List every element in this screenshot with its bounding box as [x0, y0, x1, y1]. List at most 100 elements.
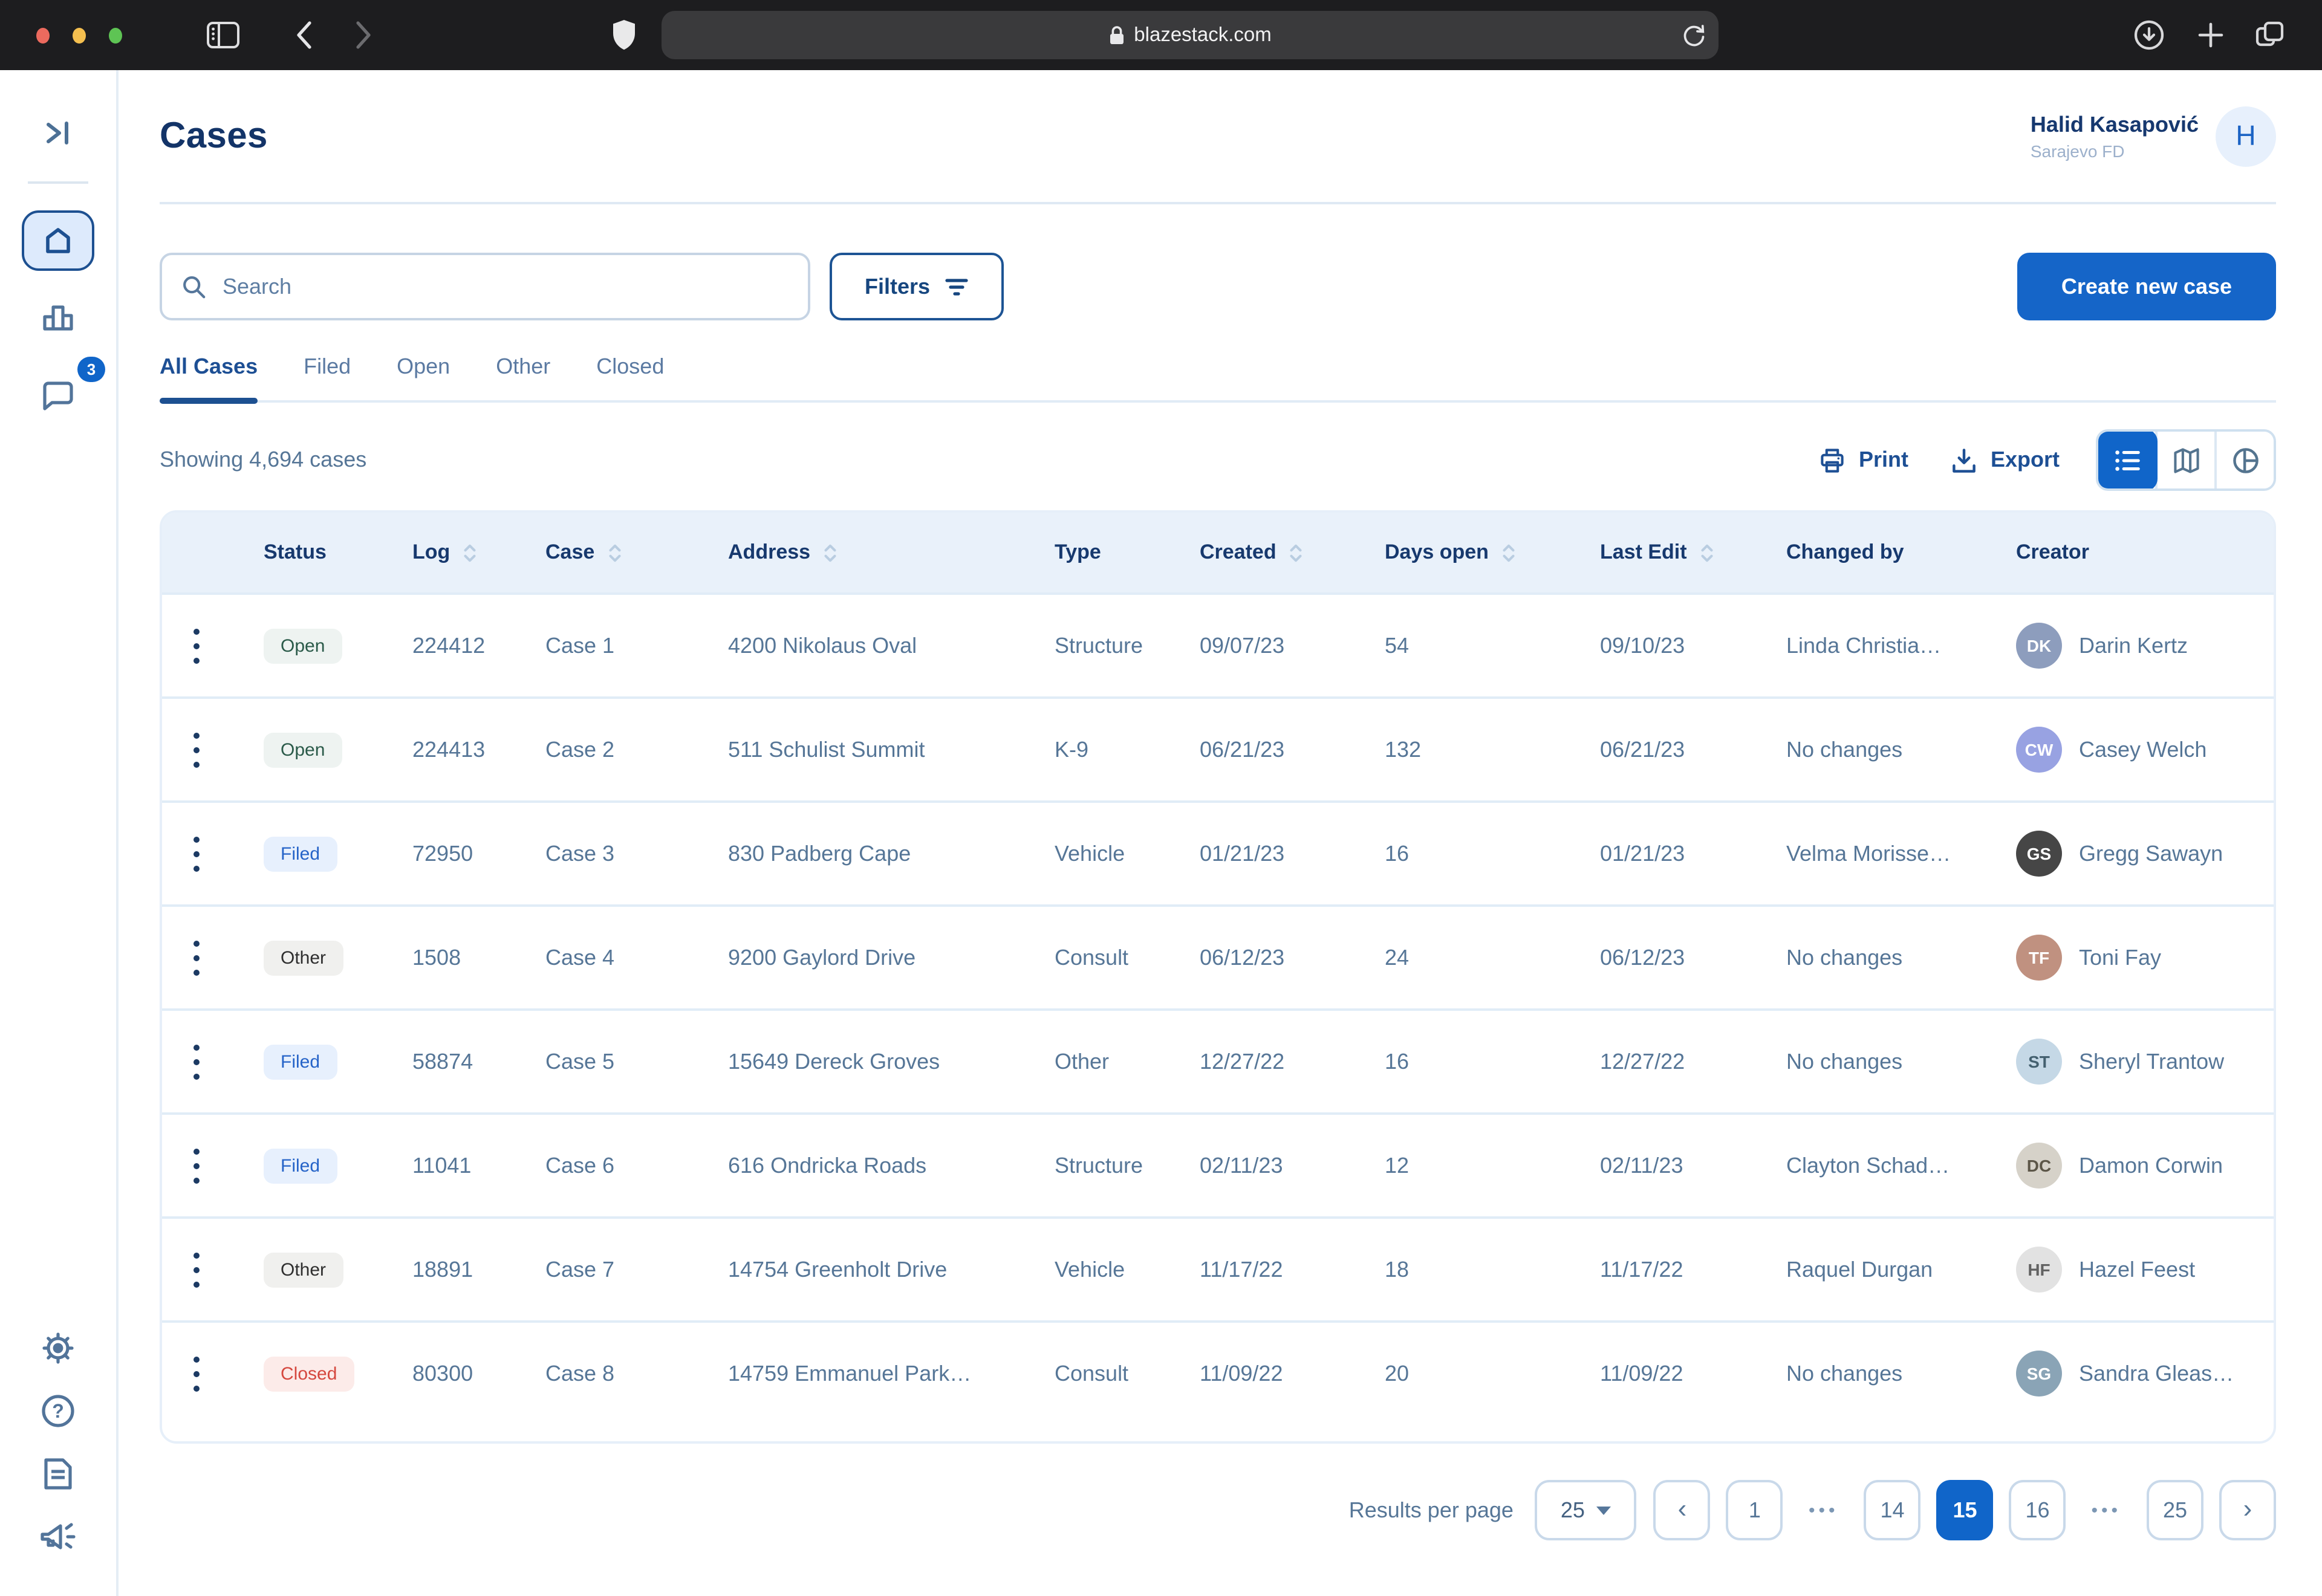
- browser-address-bar[interactable]: blazestack.com: [662, 11, 1719, 59]
- table-row[interactable]: Filed 11041 Case 6 616 Ondricka Roads St…: [162, 1112, 2274, 1216]
- row-menu-kebab-icon[interactable]: [174, 829, 218, 878]
- cell-case: Case 6: [545, 1153, 728, 1178]
- table-row[interactable]: Other 1508 Case 4 9200 Gaylord Drive Con…: [162, 904, 2274, 1008]
- creator-avatar: GS: [2016, 831, 2062, 877]
- column-header[interactable]: Days open: [1385, 540, 1600, 565]
- column-header[interactable]: Status: [264, 540, 412, 565]
- page-button[interactable]: •••: [2081, 1480, 2131, 1540]
- sidebar-item-messages[interactable]: 3: [22, 365, 94, 426]
- page-button[interactable]: •••: [1799, 1480, 1849, 1540]
- browser-back-icon[interactable]: [294, 19, 316, 51]
- column-header[interactable]: Log: [412, 540, 545, 565]
- column-header[interactable]: Created: [1200, 540, 1385, 565]
- table-row[interactable]: Open 224413 Case 2 511 Schulist Summit K…: [162, 696, 2274, 800]
- row-menu-kebab-icon[interactable]: [174, 1349, 218, 1398]
- status-badge: Filed: [264, 836, 337, 871]
- creator-name: Gregg Sawayn: [2079, 841, 2223, 866]
- close-window-button[interactable]: [36, 27, 50, 43]
- page-size-select[interactable]: 25: [1535, 1480, 1637, 1540]
- page-button[interactable]: 1: [1726, 1480, 1783, 1540]
- cell-days-open: 132: [1385, 737, 1600, 762]
- sort-icon[interactable]: [1698, 542, 1716, 563]
- chevron-down-icon: [1597, 1506, 1611, 1514]
- search-box[interactable]: [160, 253, 810, 320]
- cell-created: 06/12/23: [1200, 945, 1385, 970]
- browser-forward-icon[interactable]: [352, 19, 374, 51]
- settings-gear-icon[interactable]: [40, 1330, 76, 1366]
- page-button[interactable]: 14: [1864, 1480, 1920, 1540]
- browser-shield-icon[interactable]: [611, 19, 637, 51]
- status-badge: Filed: [264, 1148, 337, 1183]
- column-header[interactable]: Changed by: [1786, 540, 2016, 565]
- tab[interactable]: Other: [496, 354, 550, 400]
- cell-log: 11041: [412, 1153, 545, 1178]
- page-button[interactable]: ‹: [1654, 1480, 1711, 1540]
- filters-button[interactable]: Filters: [830, 253, 1004, 320]
- sidebar-item-home[interactable]: [22, 210, 94, 271]
- cell-creator: DK Darin Kertz: [2016, 623, 2274, 669]
- cell-address: 14754 Greenholt Drive: [728, 1257, 1055, 1282]
- column-header[interactable]: Last Edit: [1600, 540, 1786, 565]
- user-block[interactable]: Halid Kasapović Sarajevo FD H: [2031, 106, 2276, 166]
- tab[interactable]: Open: [397, 354, 450, 400]
- tab[interactable]: All Cases: [160, 354, 258, 400]
- filter-lines-icon: [945, 276, 969, 297]
- row-menu-kebab-icon[interactable]: [174, 725, 218, 774]
- page-button[interactable]: 25: [2147, 1480, 2203, 1540]
- row-menu-kebab-icon[interactable]: [174, 621, 218, 670]
- tab[interactable]: Closed: [596, 354, 664, 400]
- tab-overview-icon[interactable]: [2253, 18, 2287, 52]
- sidebar-collapse-icon[interactable]: [41, 116, 75, 150]
- browser-sidebar-toggle-icon[interactable]: [206, 19, 241, 51]
- row-menu-kebab-icon[interactable]: [174, 1141, 218, 1190]
- column-header[interactable]: Address: [728, 540, 1055, 565]
- status-badge: Closed: [264, 1356, 354, 1391]
- page-button[interactable]: 15: [1936, 1480, 1993, 1540]
- downloads-icon[interactable]: [2132, 18, 2166, 52]
- export-button[interactable]: Export: [1950, 446, 2060, 475]
- documents-icon[interactable]: [41, 1456, 75, 1492]
- user-organization: Sarajevo FD: [2031, 141, 2199, 160]
- table-row[interactable]: Filed 72950 Case 3 830 Padberg Cape Vehi…: [162, 800, 2274, 904]
- sort-icon[interactable]: [1500, 542, 1518, 563]
- sidebar-divider: [28, 181, 88, 184]
- create-new-case-button[interactable]: Create new case: [2017, 253, 2276, 320]
- row-menu-kebab-icon[interactable]: [174, 1245, 218, 1294]
- reload-icon[interactable]: [1680, 22, 1706, 48]
- cell-case: Case 3: [545, 841, 728, 866]
- table-row[interactable]: Filed 58874 Case 5 15649 Dereck Groves O…: [162, 1008, 2274, 1112]
- view-list-button[interactable]: [2096, 429, 2158, 491]
- sort-icon[interactable]: [821, 542, 839, 563]
- column-header[interactable]: Type: [1055, 540, 1200, 565]
- view-map-button[interactable]: [2155, 432, 2214, 488]
- help-icon[interactable]: ?: [40, 1393, 76, 1429]
- sidebar-bottom-group: ?: [39, 1330, 77, 1555]
- page-button[interactable]: ›: [2219, 1480, 2276, 1540]
- cell-creator: SG Sandra Gleas…: [2016, 1351, 2274, 1396]
- table-row[interactable]: Closed 80300 Case 8 14759 Emmanuel Park……: [162, 1320, 2274, 1424]
- avatar[interactable]: H: [2216, 106, 2276, 166]
- column-header-label: Type: [1055, 540, 1101, 565]
- new-tab-icon[interactable]: [2195, 19, 2226, 51]
- search-input[interactable]: [220, 273, 789, 300]
- tab[interactable]: Filed: [304, 354, 351, 400]
- row-menu-kebab-icon[interactable]: [174, 1037, 218, 1086]
- print-button[interactable]: Print: [1818, 446, 1908, 475]
- cell-days-open: 16: [1385, 841, 1600, 866]
- sort-icon[interactable]: [605, 542, 623, 563]
- sort-icon[interactable]: [1287, 542, 1306, 563]
- table-row[interactable]: Other 18891 Case 7 14754 Greenholt Drive…: [162, 1216, 2274, 1320]
- announcements-megaphone-icon[interactable]: [39, 1519, 77, 1555]
- creator-name: Darin Kertz: [2079, 633, 2188, 658]
- sidebar-item-analytics[interactable]: [22, 288, 94, 348]
- view-chart-button[interactable]: [2214, 432, 2274, 488]
- table-row[interactable]: Open 224412 Case 1 4200 Nikolaus Oval St…: [162, 592, 2274, 696]
- zoom-window-button[interactable]: [109, 27, 122, 43]
- minimize-window-button[interactable]: [73, 27, 86, 43]
- column-header[interactable]: Case: [545, 540, 728, 565]
- sort-icon[interactable]: [461, 542, 479, 563]
- bar-chart-icon: [40, 301, 76, 335]
- page-button[interactable]: 16: [2009, 1480, 2066, 1540]
- column-header[interactable]: Creator: [2016, 540, 2274, 565]
- row-menu-kebab-icon[interactable]: [174, 933, 218, 982]
